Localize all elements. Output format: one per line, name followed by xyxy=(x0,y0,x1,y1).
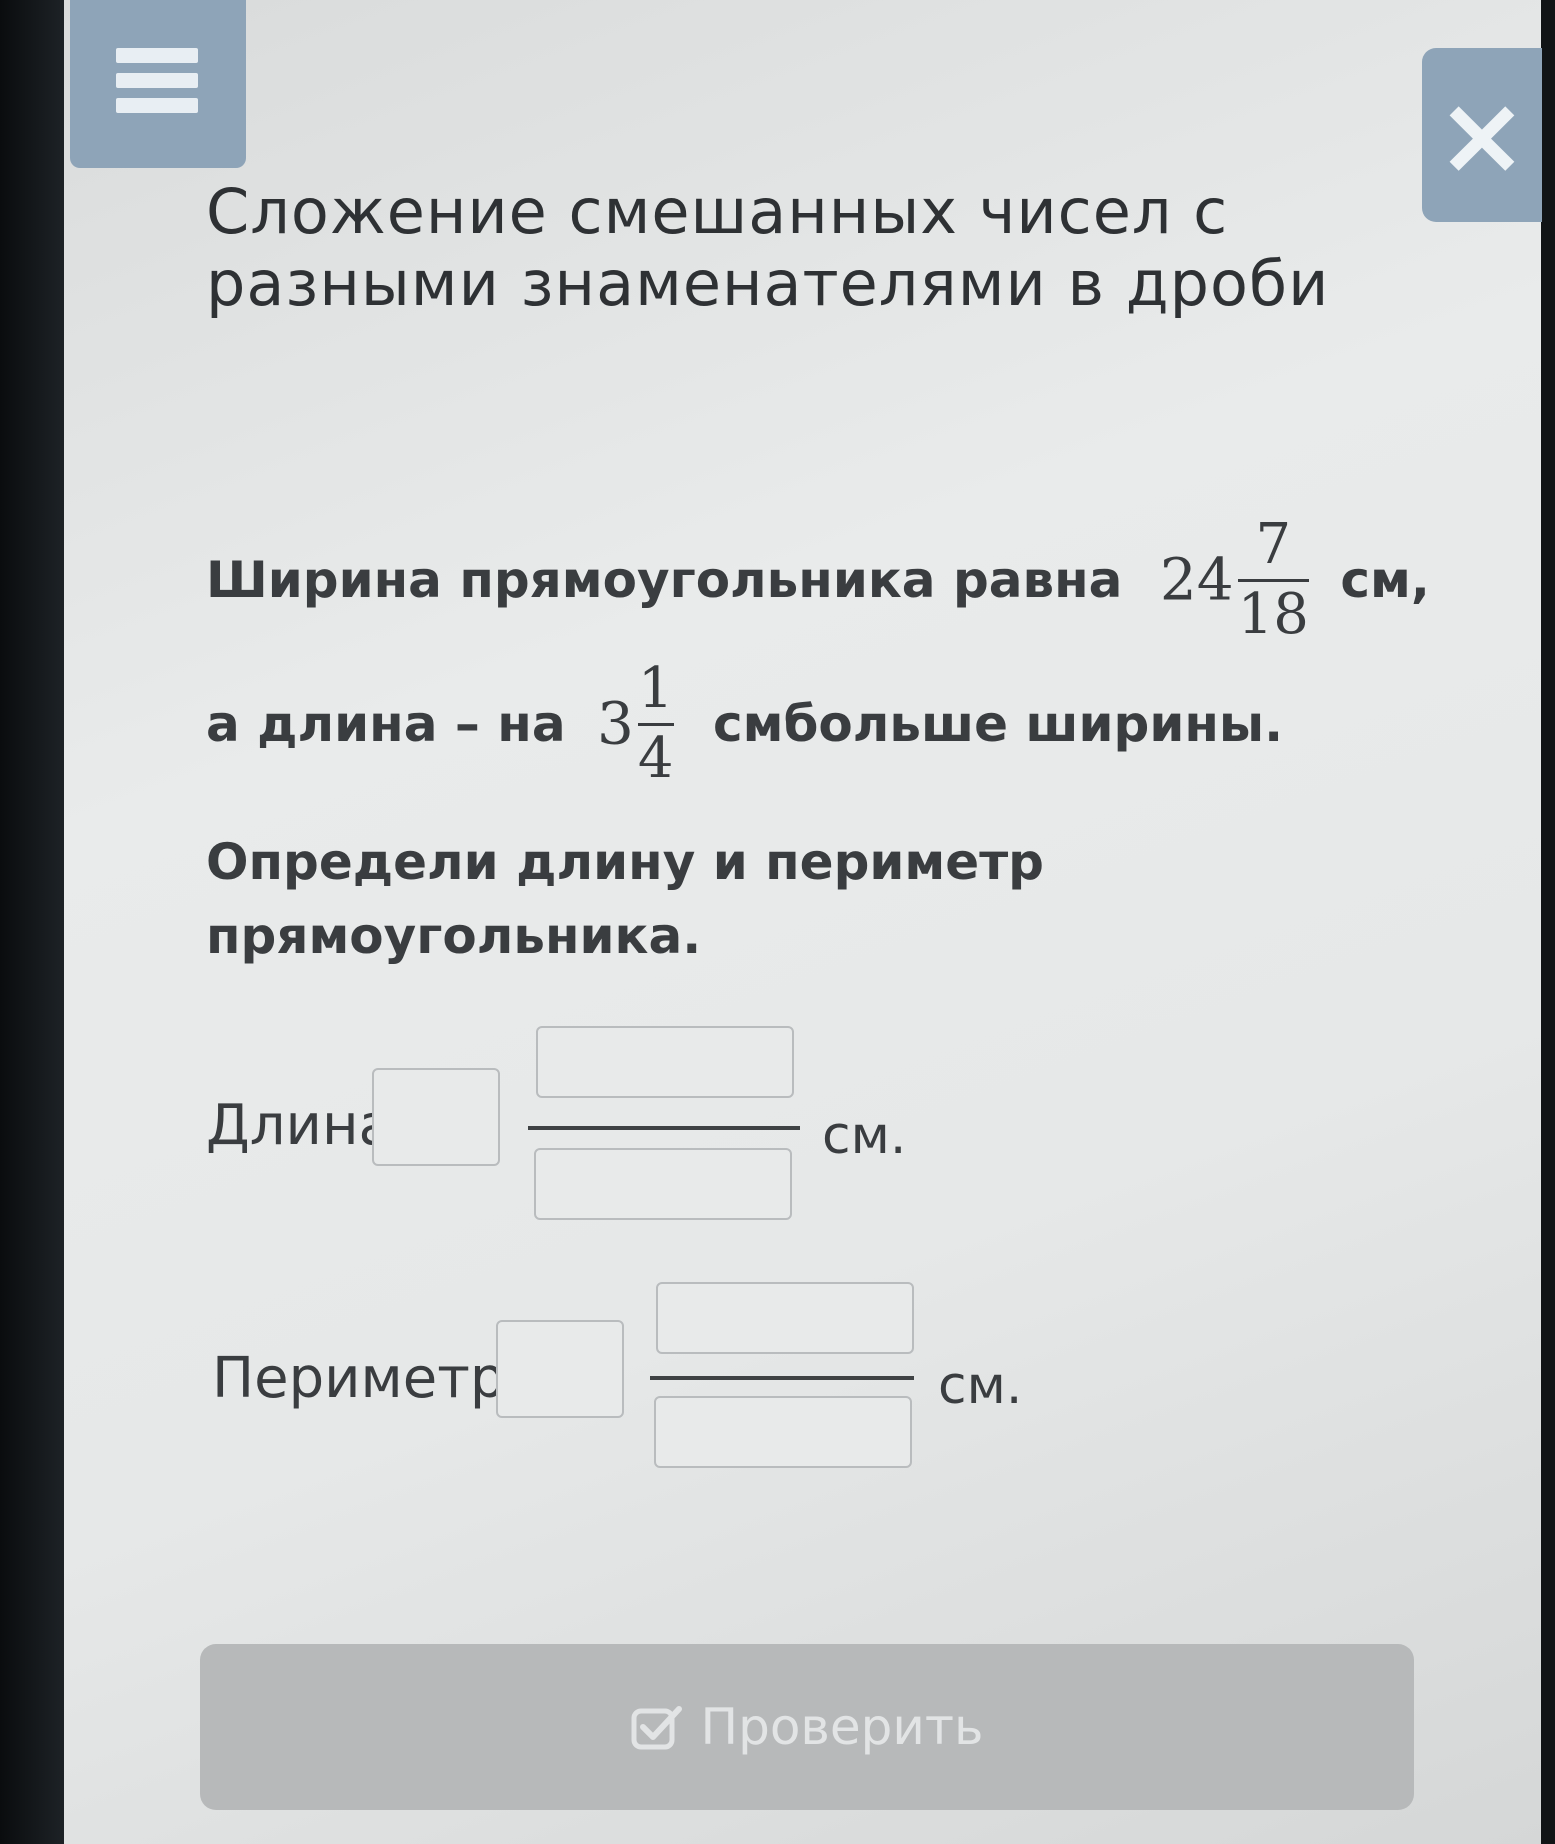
task-line-1: Определи длину и периметр xyxy=(206,833,1044,891)
problem-text-width: Ширина прямоугольника равна xyxy=(206,550,1123,609)
check-button-label: Проверить xyxy=(700,1698,984,1756)
width-unit: см, xyxy=(1340,550,1430,609)
perimeter-numerator-input[interactable] xyxy=(656,1282,914,1354)
width-whole: 24 xyxy=(1159,545,1234,614)
title-line-1: Сложение смешанных чисел с xyxy=(206,175,1229,248)
menu-button[interactable] xyxy=(70,0,246,168)
length-whole-input[interactable] xyxy=(372,1068,500,1166)
difference-whole: 3 xyxy=(597,689,634,758)
length-unit: см. xyxy=(822,1106,907,1166)
page-title: Сложение смешанных чисел с разными знаме… xyxy=(206,176,1446,320)
width-fraction: 7 18 xyxy=(1237,512,1309,647)
perimeter-unit: см. xyxy=(938,1356,1023,1416)
perimeter-denominator-input[interactable] xyxy=(654,1396,912,1468)
width-denominator: 18 xyxy=(1237,581,1309,647)
length-numerator-input[interactable] xyxy=(536,1026,794,1098)
perimeter-fraction-bar xyxy=(650,1376,914,1380)
difference-denominator: 4 xyxy=(637,725,674,791)
problem-text-length: а длина – на xyxy=(206,694,566,753)
difference-numerator: 1 xyxy=(637,656,674,721)
problem-line-2: а длина – на 3 1 4 смбольше ширины. xyxy=(206,656,1506,791)
device-bezel-right xyxy=(1541,0,1555,1844)
hamburger-icon-bar xyxy=(116,98,198,113)
lesson-screen: × Сложение смешанных чисел с разными зна… xyxy=(64,0,1542,1844)
hamburger-icon-bar xyxy=(116,48,198,63)
title-line-2: разными знаменателями в дроби xyxy=(206,246,1330,320)
problem-line-1: Ширина прямоугольника равна 24 7 18 см, xyxy=(206,512,1506,647)
check-button[interactable]: Проверить xyxy=(200,1644,1414,1810)
checkbox-check-icon xyxy=(631,1706,682,1750)
length-fraction-bar xyxy=(528,1126,800,1130)
perimeter-label: Периметр: xyxy=(212,1346,525,1411)
difference-fraction: 1 4 xyxy=(637,656,674,791)
perimeter-whole-input[interactable] xyxy=(496,1320,624,1418)
task-instruction: Определи длину и периметр прямоугольника… xyxy=(206,832,1506,966)
problem-text-more: смбольше ширины. xyxy=(712,694,1284,753)
task-line-2: прямоугольника. xyxy=(206,907,702,965)
difference-mixed-number: 3 1 4 xyxy=(597,656,678,791)
length-denominator-input[interactable] xyxy=(534,1148,792,1220)
device-bezel-left xyxy=(0,0,64,1844)
hamburger-icon-bar xyxy=(116,73,198,88)
close-icon: × xyxy=(1435,71,1529,199)
width-mixed-number: 24 7 18 xyxy=(1159,512,1313,647)
width-numerator: 7 xyxy=(1255,512,1292,577)
